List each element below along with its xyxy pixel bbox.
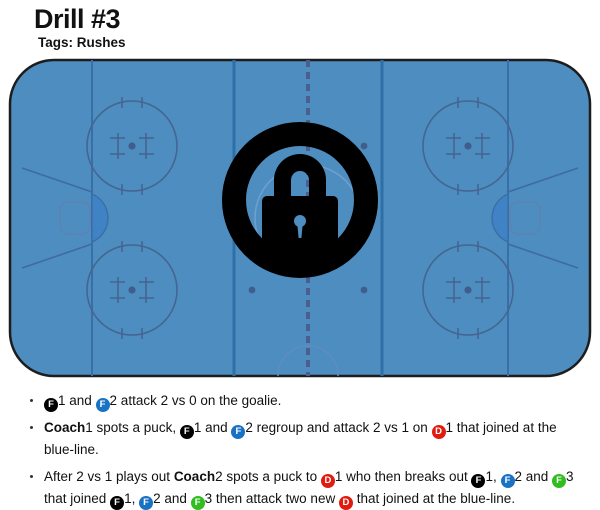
neutral-dot-top-right (360, 142, 368, 150)
instruction-step-2: Coach1 spots a puck, F1 and F2 regroup a… (30, 417, 588, 461)
player-badge-blue-f: F (95, 398, 110, 412)
page-title: Drill #3 (34, 4, 121, 34)
rink-surface (8, 58, 592, 378)
player-badge-black-f: F (110, 495, 125, 510)
neutral-dot-bottom-right (360, 286, 368, 294)
player-badge-black-f: F (44, 398, 58, 412)
player-badge-green-f: F (190, 495, 205, 510)
instruction-step-1: F1 and F2 attack 2 vs 0 on the goalie. (30, 390, 588, 412)
player-badge-black-f: F (471, 473, 486, 488)
center-dot (304, 214, 312, 222)
drill-header: Drill #3 Tags: Rushes (0, 0, 600, 54)
player-badge-blue-f: F (231, 425, 246, 439)
instruction-step-3: After 2 vs 1 plays out Coach2 spots a pu… (30, 466, 588, 510)
neutral-dot-top-left (248, 142, 256, 150)
player-badge-red-d: D (431, 425, 446, 439)
drill-instructions: F1 and F2 attack 2 vs 0 on the goalie. C… (0, 390, 600, 510)
player-badge-green-f: F (552, 473, 567, 488)
player-badge-red-d: D (338, 495, 353, 510)
player-badge-blue-f: F (139, 495, 154, 510)
rink-diagram[interactable] (8, 58, 592, 378)
drill-tags: Tags: Rushes (38, 35, 126, 50)
neutral-dot-bottom-left (248, 286, 256, 294)
player-badge-black-f: F (179, 425, 194, 439)
instruction-emphasis: Coach (44, 420, 86, 435)
instruction-emphasis: Coach (173, 468, 216, 484)
player-badge-red-d: D (320, 473, 335, 488)
player-badge-blue-f: F (500, 473, 515, 488)
